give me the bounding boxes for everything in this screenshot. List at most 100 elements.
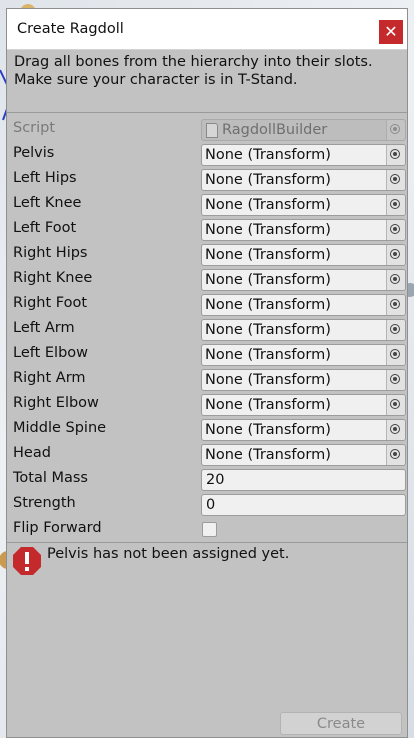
close-button[interactable]: ✕ xyxy=(379,20,403,44)
left-elbow-field[interactable]: None (Transform) xyxy=(201,344,406,366)
total-mass-value: 20 xyxy=(206,472,225,488)
object-picker-icon xyxy=(390,249,400,259)
bone-field-value: None (Transform) xyxy=(205,422,331,438)
bone-row-right-hips: Right Hips None (Transform) xyxy=(7,243,407,268)
right-hips-field[interactable]: None (Transform) xyxy=(201,244,406,266)
object-picker-icon xyxy=(390,224,400,234)
script-field-value: RagdollBuilder xyxy=(222,122,328,138)
help-text-box: Drag all bones from the hierarchy into t… xyxy=(7,50,407,113)
right-knee-picker-button[interactable] xyxy=(386,270,405,290)
help-text-line-1: Drag all bones from the hierarchy into t… xyxy=(14,54,373,70)
middle-spine-field[interactable]: None (Transform) xyxy=(201,419,406,441)
strength-label: Strength xyxy=(13,495,76,511)
object-picker-icon xyxy=(390,399,400,409)
head-picker-button[interactable] xyxy=(386,445,405,465)
object-picker-icon xyxy=(390,299,400,309)
bone-field-value: None (Transform) xyxy=(205,322,331,338)
bone-label: Left Foot xyxy=(13,220,77,236)
bone-row-right-arm: Right Arm None (Transform) xyxy=(7,368,407,393)
create-ragdoll-window: Create Ragdoll ✕ Drag all bones from the… xyxy=(6,8,408,738)
script-picker-button xyxy=(386,120,405,140)
field-list: Script RagdollBuilder Pelvis None (Trans… xyxy=(7,113,407,543)
right-hips-picker-button[interactable] xyxy=(386,245,405,265)
error-message: Pelvis has not been assigned yet. xyxy=(47,546,290,562)
total-mass-row: Total Mass 20 xyxy=(7,468,407,493)
create-button[interactable]: Create xyxy=(280,712,402,735)
object-picker-icon xyxy=(390,424,400,434)
head-field[interactable]: None (Transform) xyxy=(201,444,406,466)
bone-label: Left Hips xyxy=(13,170,77,186)
object-picker-icon xyxy=(390,324,400,334)
bone-label: Middle Spine xyxy=(13,420,107,436)
right-foot-picker-button[interactable] xyxy=(386,295,405,315)
left-hips-picker-button[interactable] xyxy=(386,170,405,190)
bone-row-pelvis: Pelvis None (Transform) xyxy=(7,143,407,168)
bone-field-value: None (Transform) xyxy=(205,447,331,463)
flip-forward-checkbox[interactable] xyxy=(202,522,217,537)
title-bar[interactable]: Create Ragdoll ✕ xyxy=(7,9,407,50)
left-knee-picker-button[interactable] xyxy=(386,195,405,215)
right-knee-field[interactable]: None (Transform) xyxy=(201,269,406,291)
help-text-line-2: Make sure your character is in T-Stand. xyxy=(14,72,298,88)
strength-input[interactable]: 0 xyxy=(201,494,406,516)
bone-field-value: None (Transform) xyxy=(205,222,331,238)
object-picker-icon xyxy=(390,349,400,359)
bone-label: Right Foot xyxy=(13,295,88,311)
left-arm-picker-button[interactable] xyxy=(386,320,405,340)
left-hips-field[interactable]: None (Transform) xyxy=(201,169,406,191)
bone-label: Right Arm xyxy=(13,370,86,386)
right-elbow-picker-button[interactable] xyxy=(386,395,405,415)
bone-label: Left Elbow xyxy=(13,345,89,361)
bone-label: Right Knee xyxy=(13,270,93,286)
right-arm-picker-button[interactable] xyxy=(386,370,405,390)
bone-row-left-knee: Left Knee None (Transform) xyxy=(7,193,407,218)
pelvis-field[interactable]: None (Transform) xyxy=(201,144,406,166)
bone-label: Head xyxy=(13,445,51,461)
total-mass-input[interactable]: 20 xyxy=(201,469,406,491)
right-arm-field[interactable]: None (Transform) xyxy=(201,369,406,391)
left-knee-field[interactable]: None (Transform) xyxy=(201,194,406,216)
right-elbow-field[interactable]: None (Transform) xyxy=(201,394,406,416)
script-row: Script RagdollBuilder xyxy=(7,118,407,143)
script-label: Script xyxy=(13,120,56,136)
left-elbow-picker-button[interactable] xyxy=(386,345,405,365)
bone-row-right-elbow: Right Elbow None (Transform) xyxy=(7,393,407,418)
bone-field-value: None (Transform) xyxy=(205,272,331,288)
object-picker-icon xyxy=(390,274,400,284)
bone-label: Right Elbow xyxy=(13,395,99,411)
flip-forward-label: Flip Forward xyxy=(13,520,102,536)
middle-spine-picker-button[interactable] xyxy=(386,420,405,440)
close-icon: ✕ xyxy=(384,22,398,41)
bone-label: Pelvis xyxy=(13,145,55,161)
bone-field-value: None (Transform) xyxy=(205,147,331,163)
bone-row-right-knee: Right Knee None (Transform) xyxy=(7,268,407,293)
object-picker-icon xyxy=(390,149,400,159)
bone-label: Left Knee xyxy=(13,195,82,211)
left-arm-field[interactable]: None (Transform) xyxy=(201,319,406,341)
bone-row-left-arm: Left Arm None (Transform) xyxy=(7,318,407,343)
bone-label: Right Hips xyxy=(13,245,88,261)
right-foot-field[interactable]: None (Transform) xyxy=(201,294,406,316)
bone-row-left-foot: Left Foot None (Transform) xyxy=(7,218,407,243)
error-octagon-icon xyxy=(13,547,41,575)
object-picker-icon xyxy=(390,374,400,384)
object-picker-icon xyxy=(390,124,400,134)
bone-row-right-foot: Right Foot None (Transform) xyxy=(7,293,407,318)
window-title: Create Ragdoll xyxy=(17,21,124,37)
script-field: RagdollBuilder xyxy=(201,119,406,141)
left-foot-field[interactable]: None (Transform) xyxy=(201,219,406,241)
bone-field-value: None (Transform) xyxy=(205,372,331,388)
pelvis-picker-button[interactable] xyxy=(386,145,405,165)
bone-field-value: None (Transform) xyxy=(205,397,331,413)
strength-row: Strength 0 xyxy=(7,493,407,518)
error-message-box: Pelvis has not been assigned yet. Create xyxy=(7,542,407,737)
object-picker-icon xyxy=(390,449,400,459)
bone-field-value: None (Transform) xyxy=(205,197,331,213)
bone-row-middle-spine: Middle Spine None (Transform) xyxy=(7,418,407,443)
bone-row-left-hips: Left Hips None (Transform) xyxy=(7,168,407,193)
bone-field-value: None (Transform) xyxy=(205,172,331,188)
left-foot-picker-button[interactable] xyxy=(386,220,405,240)
total-mass-label: Total Mass xyxy=(13,470,88,486)
object-picker-icon xyxy=(390,199,400,209)
bone-field-value: None (Transform) xyxy=(205,297,331,313)
